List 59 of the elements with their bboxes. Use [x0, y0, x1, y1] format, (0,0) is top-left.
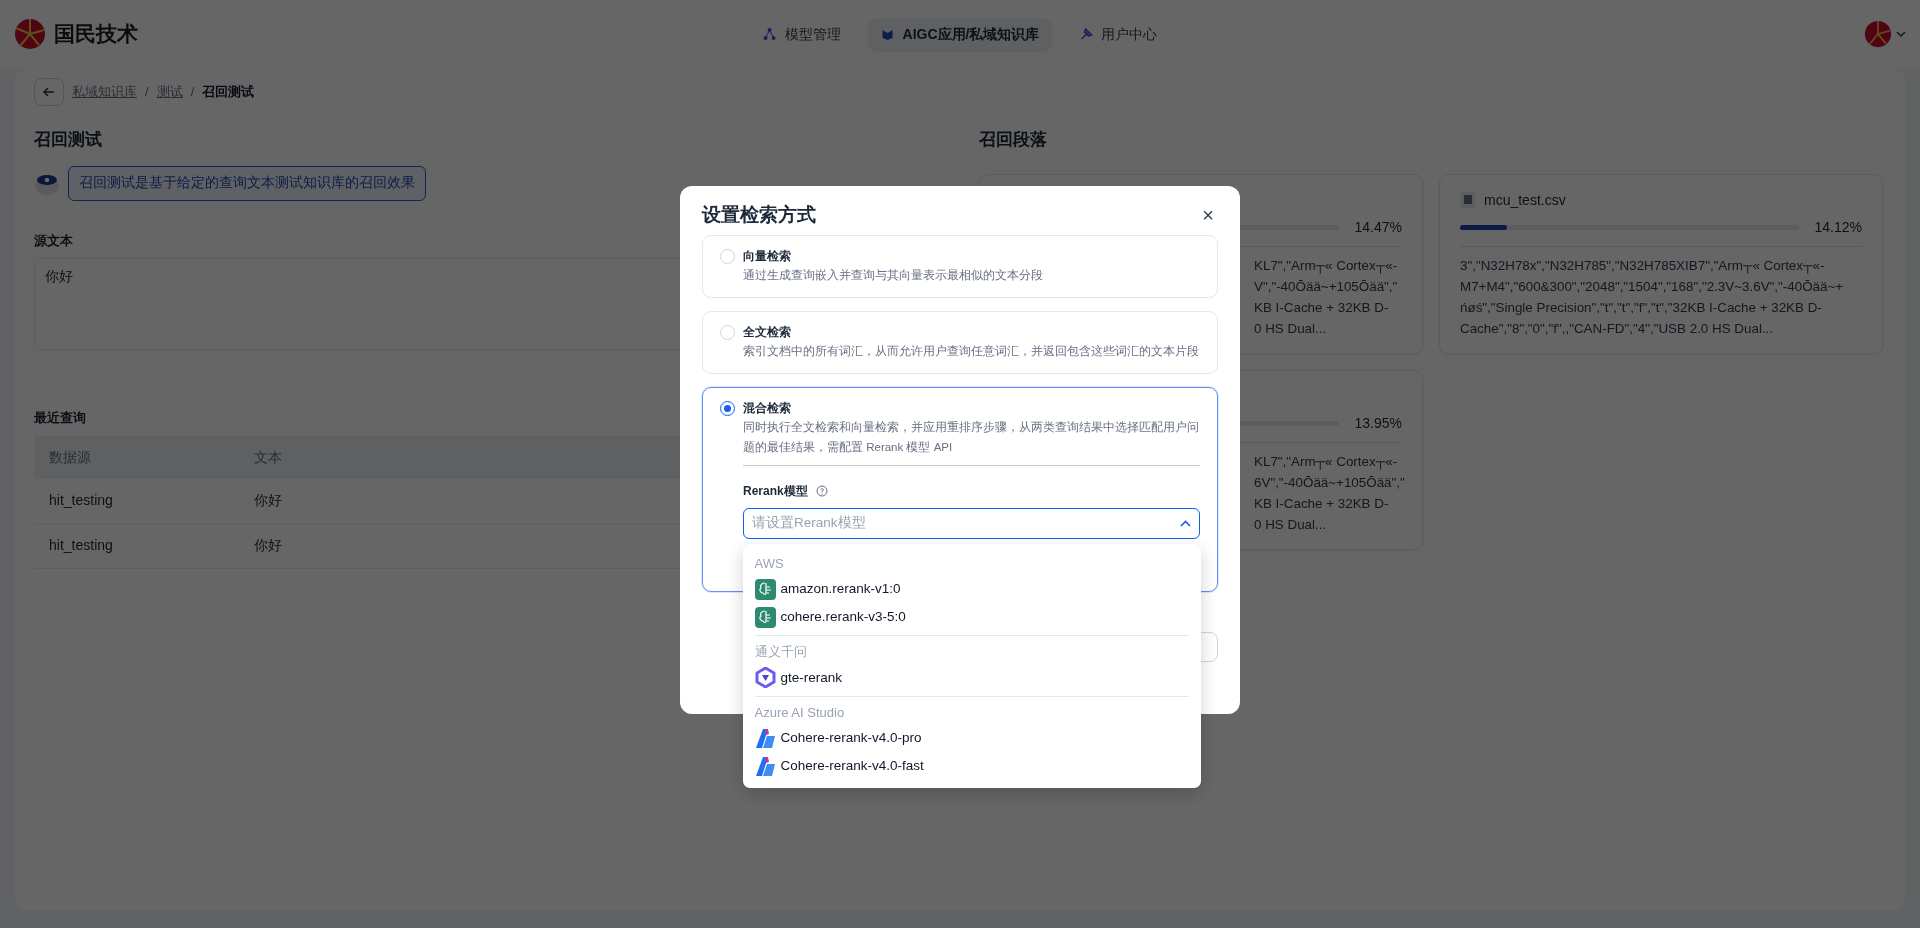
back-button[interactable]	[34, 78, 64, 106]
score-text: 14.47%	[1354, 218, 1402, 238]
table-cell-text: 你好	[254, 491, 282, 511]
text-line: 6V","-40Ōää~+105Ōää","	[1254, 474, 1406, 493]
breadcrumb-current: 召回测试	[202, 83, 255, 102]
file-name: mcu_test.csv	[1484, 190, 1566, 210]
option-description: 同时执行全文检索和向量检索，并应用重排序步骤，从两类查询结果中选择匹配用户问题的最佳结果，需配置 Rerank 模型 API	[743, 419, 1200, 455]
chevron-up-icon	[1180, 519, 1191, 527]
score-text: 13.95%	[1354, 414, 1402, 434]
option-card[interactable]: 向量检索 通过生成查询嵌入并查询与其向量表示最相似的文本分段	[702, 234, 1218, 298]
file-icon	[1460, 191, 1476, 210]
dropdown-item[interactable]: Cohere-rerank-v4.0-fast	[754, 752, 1189, 781]
option-title: 全文检索	[743, 323, 792, 341]
help-icon[interactable]	[815, 484, 828, 497]
text-line: 3","N32H78x","N32H785","N32H785XIB7","Arm┬« Cortex┬«-	[1460, 257, 1826, 276]
section-title: 召回段落	[979, 130, 1048, 151]
logo-icon	[14, 18, 46, 50]
dropdown-item[interactable]: cohere.rerank-v3-5:0	[754, 603, 1189, 632]
breadcrumb-separator: /	[190, 83, 195, 102]
group-heading: AWS	[754, 554, 785, 573]
dropdown-item[interactable]: Cohere-rerank-v4.0-pro	[754, 724, 1189, 753]
text-line: KL7","Arm┬« Cortex┬«-	[1254, 453, 1399, 472]
avatar-icon[interactable]	[1864, 20, 1892, 48]
score-text: 14.12%	[1814, 218, 1862, 238]
text-line: KB I-Cache + 32KB D-	[1254, 495, 1390, 514]
text-line: Cache","8","0","f",,"CAN-FD","4","USB 2.0 HS Dual...	[1460, 320, 1775, 339]
breadcrumb-separator: /	[145, 83, 149, 102]
text-line: KL7","Arm┬« Cortex┬«-	[1254, 257, 1399, 276]
info-message: 召回测试是基于给定的查询文本测试知识库的召回效果	[68, 166, 426, 201]
text-line: 0 HS Dual...	[1254, 516, 1328, 535]
text-line: KB I-Cache + 32KB D-	[1254, 299, 1390, 318]
option-title: 混合检索	[743, 399, 792, 417]
text-line: 0 HS Dual...	[1254, 320, 1328, 339]
azure-logo-icon	[754, 755, 776, 777]
option-card[interactable]: 全文检索 索引文档中的所有词汇，从而允许用户查询任意词汇，并返回包含这些词汇的文本片段	[702, 310, 1218, 374]
table-cell-text: 你好	[254, 536, 282, 556]
azure-logo-icon	[754, 727, 776, 749]
field-label: Rerank模型	[743, 482, 808, 500]
group-heading: 通义千问	[754, 643, 808, 662]
dropdown-item[interactable]: gte-rerank	[754, 663, 1189, 692]
text-line: V","-40Ōää~+105Ōää","	[1254, 278, 1399, 297]
text-line: M7+M4","600&300","2048","1504","168","2.3V~3.6V","-40Ōää~+	[1460, 278, 1845, 297]
table-cell-text: hit_testing	[48, 536, 114, 556]
dropdown-item[interactable]: amazon.rerank-v1:0	[754, 575, 1189, 604]
table-cell-text: hit_testing	[48, 491, 114, 511]
book-icon	[880, 27, 895, 41]
text-line: ńøś","Single Precision","t","t","f","t","32KB I-Cache + 32KB D-	[1460, 299, 1823, 318]
radio-button[interactable]	[720, 400, 735, 416]
nodes-icon	[762, 27, 777, 41]
field-label: 源文本	[34, 231, 73, 250]
close-button[interactable]: ×	[1198, 205, 1218, 226]
section-label: 最近查询	[34, 409, 86, 428]
group-heading: Azure AI Studio	[754, 703, 846, 722]
chevron-down-icon[interactable]	[1896, 30, 1906, 38]
section-title: 召回测试	[34, 130, 103, 151]
arrow-left-icon	[43, 87, 55, 97]
logo-text: 国民技术	[54, 21, 138, 48]
modal-title: 设置检索方式	[702, 204, 816, 227]
pin-icon	[1079, 27, 1094, 41]
